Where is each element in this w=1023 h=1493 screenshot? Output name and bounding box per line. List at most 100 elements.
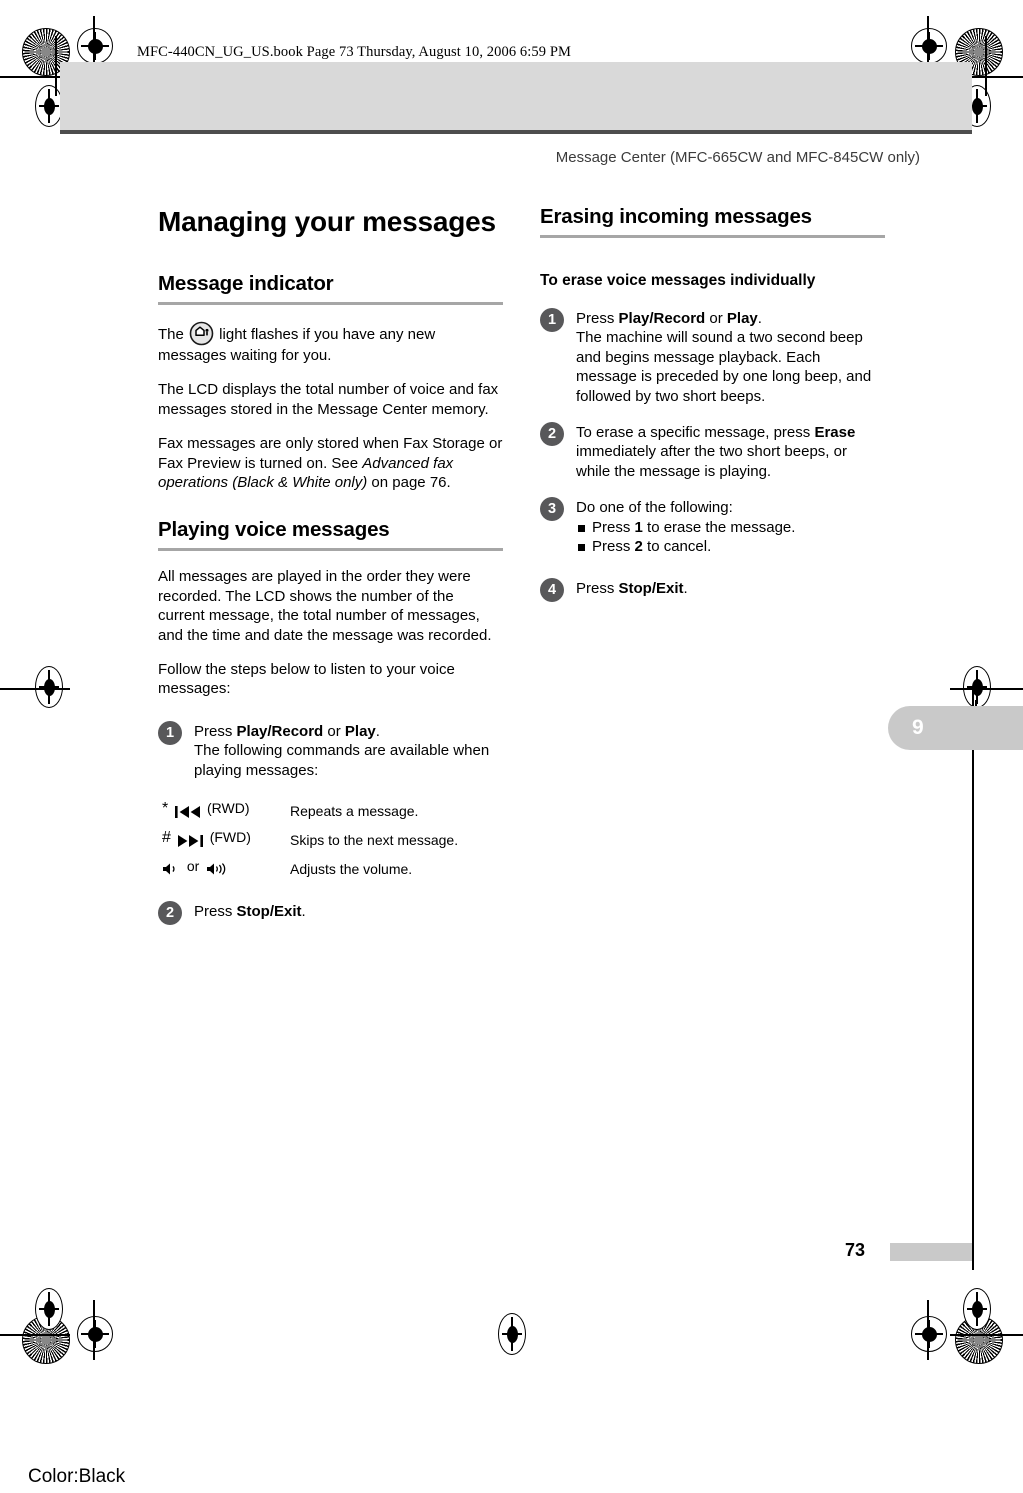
step-number: 2 [158,901,182,926]
rewind-icon [175,805,201,821]
step-text-part: Press [194,722,237,740]
step-key-name: Play/Record [618,310,706,327]
paragraph-message-indicator-3: Fax messages are only stored when Fax St… [158,434,503,492]
registration-crosshair-right-mid [963,666,991,708]
hash-key-label: # [162,829,171,847]
bullet-list: Press 1 to erase the message. Press 2 to… [576,518,795,557]
chapter-tab-number: 9 [912,716,924,739]
forward-key-label: (FWD) [209,829,251,846]
paragraph-playing-2: Follow the steps below to listen to your… [158,661,455,698]
page-number-bar [890,1243,972,1261]
step-text: Do one of the following: Press 1 to eras… [576,497,795,556]
step-text-part: . [683,580,688,598]
section-rule-2 [158,548,503,552]
paragraph-message-indicator-1: The light flashes if you have any new me… [158,321,503,365]
step-item: 2 Press Stop/Exit. [158,901,503,926]
table-row: * (RWD) Repeats a message. [162,796,458,825]
bullet-text-part: Press [592,538,635,556]
book-source-line: MFC-440CN_UG_US.book Page 73 Thursday, A… [137,44,571,60]
step-key-name: Play/Record [236,722,324,740]
subheading-erase-individually: To erase voice messages individually [540,272,816,289]
step-number: 1 [540,308,564,332]
command-description: Skips to the next message. [290,831,459,848]
step-text-part: Press [576,310,619,327]
step-key-name: Play [344,722,376,740]
step-text: Press Stop/Exit. [194,901,306,921]
volume-high-icon [206,862,228,879]
crop-line-bottom-right-horizontal [950,1334,1023,1336]
step-text: To erase a specific message, press Erase… [576,422,885,481]
page-number: 73 [845,1240,866,1260]
registration-crosshair-bottom-right [911,1316,947,1352]
volume-low-icon [162,862,180,879]
command-description: Adjusts the volume. [290,860,413,877]
page-title: Managing your messages [158,206,496,237]
chapter-tab: 9 [888,706,1023,750]
command-description: Repeats a message. [290,802,419,819]
step-number: 2 [540,422,564,447]
rewind-key-label: (RWD) [207,800,250,817]
section-rule [158,302,503,305]
step-text-part: Press [576,580,619,598]
step-text-part: . [757,310,762,327]
step-key-name: Stop/Exit [618,580,684,598]
step-text-part: Press [194,903,237,921]
list-item: Press 1 to erase the message. [576,518,795,537]
section-heading-erasing-incoming-messages: Erasing incoming messages [540,205,812,228]
color-separation-label: Color:Black [28,1466,126,1487]
paragraph-playing-1: All messages are played in the order the… [158,568,492,644]
step-text-part: The machine will sound a two second beep… [576,329,872,405]
crop-line-left-edge-long [55,36,57,96]
crop-line-right-vertical-bottom [927,1300,929,1360]
step-text-part: immediately after the two short beeps, o… [576,443,847,480]
step-item: 3 Do one of the following: Press 1 to er… [540,497,885,556]
command-key-cell: * (RWD) [162,796,290,825]
bullet-text-part: to erase the message. [642,518,796,536]
command-key-cell: or [162,854,290,883]
step-number: 4 [540,578,564,603]
step-item: 1 Press Play/Record or Play. The followi… [158,720,503,780]
running-head: Message Center (MFC-665CW and MFC-845CW … [555,149,920,166]
crop-line-mid-left-horizontal [0,688,70,690]
section-rule-3 [540,235,885,238]
bullet-key: 2 [634,538,643,556]
step-text-part: The following commands are available whe… [194,742,490,779]
step-text-part: or [323,722,345,740]
step-text: Press Play/Record or Play. The machine w… [576,308,885,406]
bullet-text-part: to cancel. [642,538,712,556]
crossref-text-after: on page 76. [367,474,451,492]
command-key-cell: # (FWD) [162,825,290,854]
step-key-name: Stop/Exit [236,903,302,921]
step-item: 1 Press Play/Record or Play. The machine… [540,308,885,406]
message-indicator-led-icon [189,321,214,346]
header-band [60,62,972,134]
section-heading-message-indicator: Message indicator [158,272,334,295]
crop-line-mid-right-horizontal [950,688,1023,690]
bullet-key: 1 [634,518,643,536]
step-text: Press Stop/Exit. [576,578,688,598]
step-number: 1 [158,720,182,745]
registration-crosshair-left-mid-top [35,85,63,127]
step-text-part: or [705,310,727,327]
table-row: # (FWD) Skips to the next message. [162,825,458,854]
registration-crosshair-left-mid [35,666,63,708]
registration-crosshair-right-bottom [963,1288,991,1330]
volume-or-label: or [186,858,200,875]
fast-forward-icon [177,834,204,850]
right-column: Erasing incoming messages To erase voice… [540,205,885,618]
step-text-part: Do one of the following: [576,499,733,517]
step-item: 2 To erase a specific message, press Era… [540,422,885,481]
step-item: 4 Press Stop/Exit. [540,578,885,603]
registration-crosshair-left-bottom [35,1288,63,1330]
crop-line-page-right [972,690,974,1270]
left-column: Managing your messages Message indicator… [158,205,503,941]
step-text-part: . [301,903,306,921]
crop-line-right-edge-long [985,36,987,96]
step-text-part: . [375,722,380,740]
text-before-led-icon: The [158,326,189,343]
crop-line-bottom-left-horizontal [0,1334,70,1336]
command-key-table: * (RWD) Repeats a message. # (FWD) Skips… [162,796,458,883]
step-number: 3 [540,497,564,522]
step-key-name: Play [726,310,758,327]
list-item: Press 2 to cancel. [576,537,795,556]
